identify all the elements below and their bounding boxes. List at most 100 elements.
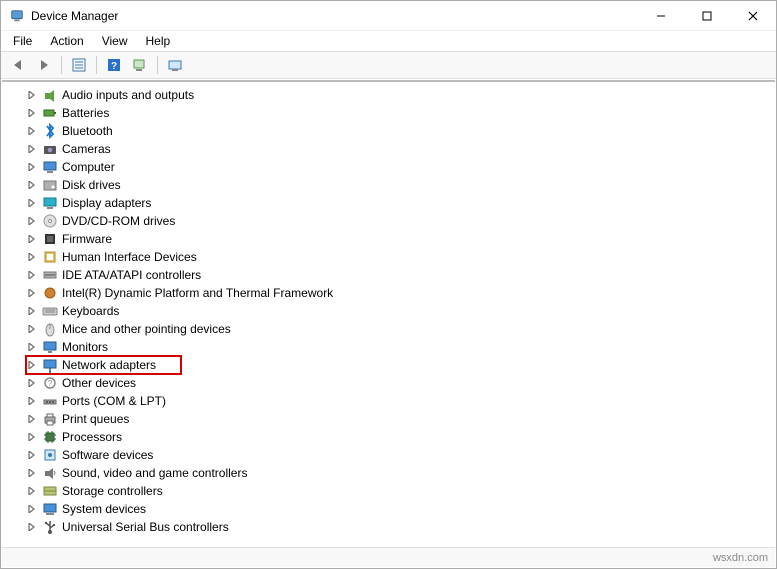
tree-item[interactable]: Batteries <box>26 104 775 122</box>
menubar: File Action View Help <box>1 31 776 51</box>
tree-item-label: Software devices <box>62 448 153 462</box>
menu-view[interactable]: View <box>94 33 136 49</box>
disk-icon <box>42 177 58 193</box>
tree-item-label: Display adapters <box>62 196 151 210</box>
tree-item-label: Computer <box>62 160 115 174</box>
tree-item-label: Processors <box>62 430 122 444</box>
toolbar-separator <box>96 56 97 74</box>
back-button[interactable] <box>7 54 29 76</box>
tree-item[interactable]: Ports (COM & LPT) <box>26 392 775 410</box>
window-controls <box>638 1 776 31</box>
tree-item[interactable]: Mice and other pointing devices <box>26 320 775 338</box>
menu-help[interactable]: Help <box>138 33 179 49</box>
tree-item[interactable]: Human Interface Devices <box>26 248 775 266</box>
camera-icon <box>42 141 58 157</box>
usb-icon <box>42 519 58 535</box>
tree-item[interactable]: Firmware <box>26 230 775 248</box>
chevron-right-icon[interactable] <box>26 233 38 245</box>
tree-item-label: Human Interface Devices <box>62 250 197 264</box>
chevron-right-icon[interactable] <box>26 305 38 317</box>
tree-item-label: IDE ATA/ATAPI controllers <box>62 268 201 282</box>
tree-item[interactable]: Bluetooth <box>26 122 775 140</box>
chevron-right-icon[interactable] <box>26 377 38 389</box>
menu-file[interactable]: File <box>5 33 40 49</box>
computer-icon <box>42 159 58 175</box>
storage-icon <box>42 483 58 499</box>
tree-item[interactable]: Print queues <box>26 410 775 428</box>
chevron-right-icon[interactable] <box>26 179 38 191</box>
chevron-right-icon[interactable] <box>26 143 38 155</box>
keyboard-icon <box>42 303 58 319</box>
cd-icon <box>42 213 58 229</box>
tree-item[interactable]: Network adapters <box>26 356 181 374</box>
tree-item-label: Monitors <box>62 340 108 354</box>
chevron-right-icon[interactable] <box>26 323 38 335</box>
tree-item[interactable]: Audio inputs and outputs <box>26 86 775 104</box>
network-icon <box>42 357 58 373</box>
tree-item[interactable]: Other devices <box>26 374 775 392</box>
tree-item-label: Batteries <box>62 106 109 120</box>
minimize-button[interactable] <box>638 1 684 31</box>
chevron-right-icon[interactable] <box>26 197 38 209</box>
titlebar: Device Manager <box>1 1 776 31</box>
tree-item[interactable]: Software devices <box>26 446 775 464</box>
chevron-right-icon[interactable] <box>26 107 38 119</box>
tree-item[interactable]: System devices <box>26 500 775 518</box>
cpu-icon <box>42 429 58 445</box>
chevron-right-icon[interactable] <box>26 467 38 479</box>
tree-item-label: Network adapters <box>62 358 156 372</box>
tree-item[interactable]: IDE ATA/ATAPI controllers <box>26 266 775 284</box>
chevron-right-icon[interactable] <box>26 359 38 371</box>
scan-button[interactable] <box>129 54 151 76</box>
close-button[interactable] <box>730 1 776 31</box>
port-icon <box>42 393 58 409</box>
chevron-right-icon[interactable] <box>26 89 38 101</box>
chevron-right-icon[interactable] <box>26 431 38 443</box>
tree-item[interactable]: Disk drives <box>26 176 775 194</box>
menu-action[interactable]: Action <box>42 33 91 49</box>
maximize-button[interactable] <box>684 1 730 31</box>
chevron-right-icon[interactable] <box>26 287 38 299</box>
audio-icon <box>42 87 58 103</box>
tree-item-label: Intel(R) Dynamic Platform and Thermal Fr… <box>62 286 333 300</box>
chevron-right-icon[interactable] <box>26 395 38 407</box>
hid-icon <box>42 249 58 265</box>
tree-item[interactable]: Sound, video and game controllers <box>26 464 775 482</box>
tree-item[interactable]: Keyboards <box>26 302 775 320</box>
tree-item-label: Ports (COM & LPT) <box>62 394 166 408</box>
tree-item[interactable]: DVD/CD-ROM drives <box>26 212 775 230</box>
chevron-right-icon[interactable] <box>26 485 38 497</box>
tree-item-label: Print queues <box>62 412 129 426</box>
tree-item-label: Sound, video and game controllers <box>62 466 247 480</box>
help-button[interactable]: ? <box>103 54 125 76</box>
tree-item[interactable]: Display adapters <box>26 194 775 212</box>
tree-item[interactable]: Storage controllers <box>26 482 775 500</box>
toolbar-separator <box>157 56 158 74</box>
toolbar-separator <box>61 56 62 74</box>
ide-icon <box>42 267 58 283</box>
sound-icon <box>42 465 58 481</box>
properties-button[interactable] <box>68 54 90 76</box>
show-hidden-button[interactable] <box>164 54 186 76</box>
chevron-right-icon[interactable] <box>26 215 38 227</box>
tree-item[interactable]: Processors <box>26 428 775 446</box>
device-tree[interactable]: Audio inputs and outputs Batteries Bluetoo… <box>2 82 775 546</box>
chevron-right-icon[interactable] <box>26 503 38 515</box>
chevron-right-icon[interactable] <box>26 251 38 263</box>
tree-item[interactable]: Intel(R) Dynamic Platform and Thermal Fr… <box>26 284 775 302</box>
tree-item-label: Cameras <box>62 142 111 156</box>
tree-item[interactable]: Computer <box>26 158 775 176</box>
chevron-right-icon[interactable] <box>26 269 38 281</box>
tree-item[interactable]: Cameras <box>26 140 775 158</box>
chevron-right-icon[interactable] <box>26 413 38 425</box>
chevron-right-icon[interactable] <box>26 341 38 353</box>
chevron-right-icon[interactable] <box>26 161 38 173</box>
intel-icon <box>42 285 58 301</box>
tree-item[interactable]: Universal Serial Bus controllers <box>26 518 775 536</box>
tree-item[interactable]: Monitors <box>26 338 775 356</box>
forward-button[interactable] <box>33 54 55 76</box>
chevron-right-icon[interactable] <box>26 125 38 137</box>
monitor-icon <box>42 339 58 355</box>
chevron-right-icon[interactable] <box>26 521 38 533</box>
chevron-right-icon[interactable] <box>26 449 38 461</box>
